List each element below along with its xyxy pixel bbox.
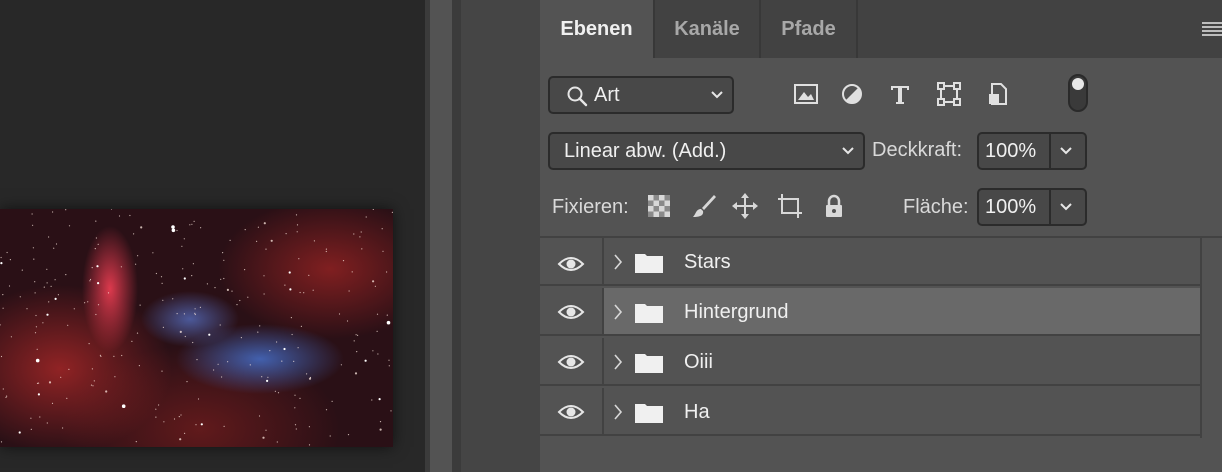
nebula-image xyxy=(0,209,393,447)
eye-icon xyxy=(557,305,585,319)
layer-name: Ha xyxy=(684,401,710,423)
field-divider xyxy=(1049,190,1051,224)
layer-name: Stars xyxy=(684,251,731,273)
lock-label: Fixieren: xyxy=(552,196,629,218)
image-filter-icon[interactable] xyxy=(792,80,820,108)
search-icon xyxy=(567,86,588,107)
chevron-down-icon xyxy=(711,91,723,99)
panel-divider-inner xyxy=(452,0,461,472)
tab-ebenen[interactable]: Ebenen xyxy=(540,0,653,58)
layer-content[interactable]: Ha xyxy=(604,388,1200,436)
lock-transparent-pixels-icon[interactable] xyxy=(645,192,673,220)
type-filter-icon[interactable] xyxy=(886,80,914,108)
filter-row: Art xyxy=(540,58,1222,126)
folder-icon xyxy=(635,254,663,273)
layer-content[interactable]: Stars xyxy=(604,238,1200,286)
opacity-label: Deckkraft: xyxy=(872,139,963,161)
folder-icon xyxy=(635,354,663,373)
row-separator xyxy=(540,334,1200,336)
tab-kanaele[interactable]: Kanäle xyxy=(655,0,759,58)
layer-row[interactable]: Ha xyxy=(540,388,1200,436)
tab-pfade[interactable]: Pfade xyxy=(761,0,856,58)
document-canvas[interactable] xyxy=(0,0,425,472)
chevron-right-icon[interactable] xyxy=(612,252,624,272)
fill-field[interactable]: 100% xyxy=(977,188,1087,226)
panel-tab-bar: Ebenen Kanäle Pfade xyxy=(540,0,1222,58)
lock-artboard-icon[interactable] xyxy=(776,192,804,220)
row-separator xyxy=(540,384,1200,386)
eye-icon xyxy=(557,405,585,419)
row-separator xyxy=(540,434,1200,436)
chevron-right-icon[interactable] xyxy=(612,352,624,372)
smart-object-filter-icon[interactable] xyxy=(984,80,1012,108)
chevron-right-icon[interactable] xyxy=(612,302,624,322)
row-separator xyxy=(540,284,1200,286)
visibility-toggle[interactable] xyxy=(540,288,602,336)
chevron-right-icon[interactable] xyxy=(612,402,624,422)
blend-row: Linear abw. (Add.) Deckkraft: 100% xyxy=(540,126,1222,180)
folder-icon xyxy=(635,304,663,323)
folder-icon xyxy=(635,404,663,423)
layer-name: Hintergrund xyxy=(684,301,789,323)
opacity-field[interactable]: 100% xyxy=(977,132,1087,170)
layer-name: Oiii xyxy=(684,351,713,373)
star-field xyxy=(0,209,393,446)
panel-dock-gap xyxy=(461,0,540,472)
filter-kind-label: Art xyxy=(594,84,620,106)
chevron-down-icon xyxy=(842,147,854,155)
fill-value: 100% xyxy=(985,196,1037,218)
fill-label: Fläche: xyxy=(903,196,969,218)
layers-scroll-gutter[interactable] xyxy=(1200,238,1222,438)
adjustment-filter-icon[interactable] xyxy=(838,80,866,108)
lock-position-icon[interactable] xyxy=(731,192,759,220)
shape-filter-icon[interactable] xyxy=(935,80,963,108)
lock-row: Fixieren: Fläche: 100% xyxy=(540,180,1222,236)
chevron-down-icon[interactable] xyxy=(1059,145,1073,157)
lock-image-pixels-icon[interactable] xyxy=(690,192,718,220)
eye-icon xyxy=(557,257,585,271)
opacity-value: 100% xyxy=(985,140,1037,162)
filter-kind-select[interactable]: Art xyxy=(548,76,734,114)
field-divider xyxy=(1049,134,1051,168)
lock-all-icon[interactable] xyxy=(820,192,848,220)
layer-row[interactable]: Stars xyxy=(540,238,1200,286)
panel-menu-icon[interactable] xyxy=(1200,20,1222,36)
layers-panel: Ebenen Kanäle Pfade Art Linear abw. (Add… xyxy=(540,0,1222,472)
filter-toggle-switch[interactable] xyxy=(1068,74,1088,112)
visibility-toggle[interactable] xyxy=(540,338,602,386)
panel-dock-strip xyxy=(430,0,452,472)
eye-icon xyxy=(557,355,585,369)
layer-row[interactable]: Oiii xyxy=(540,338,1200,386)
layers-empty-area[interactable] xyxy=(540,438,1222,472)
visibility-toggle[interactable] xyxy=(540,238,602,286)
tab-divider xyxy=(856,0,858,58)
chevron-down-icon[interactable] xyxy=(1059,201,1073,213)
blend-mode-value: Linear abw. (Add.) xyxy=(564,140,727,162)
layer-content[interactable]: Oiii xyxy=(604,338,1200,386)
layer-content[interactable]: Hintergrund xyxy=(604,288,1200,336)
layer-list: Stars Hintergrund Oiii Ha xyxy=(540,238,1200,438)
toggle-knob xyxy=(1072,78,1084,90)
blend-mode-select[interactable]: Linear abw. (Add.) xyxy=(548,132,865,170)
layer-row-selected[interactable]: Hintergrund xyxy=(540,288,1200,336)
visibility-toggle[interactable] xyxy=(540,388,602,436)
